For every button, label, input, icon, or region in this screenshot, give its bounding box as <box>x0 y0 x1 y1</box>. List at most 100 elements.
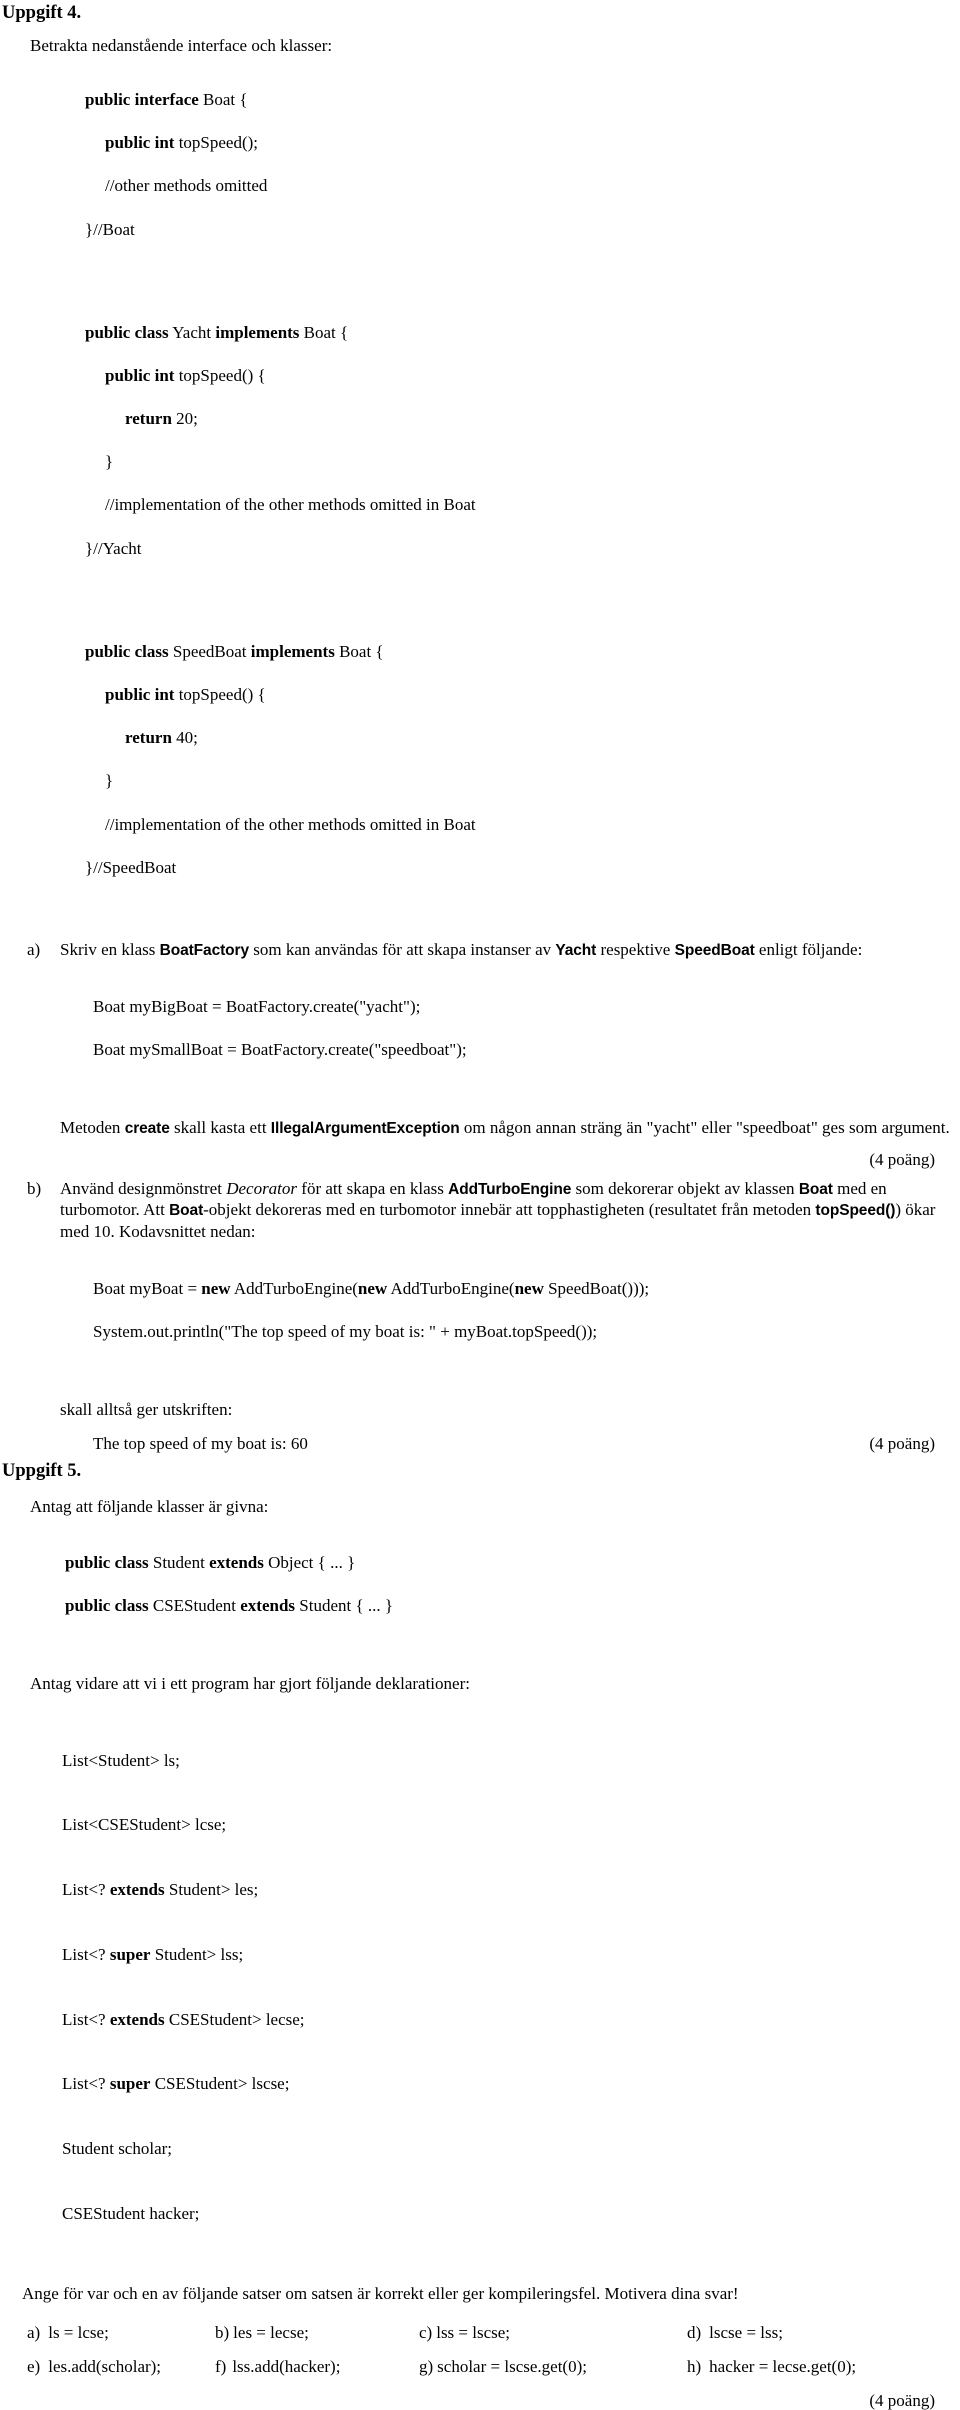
task-5-question: Ange för var och en av följande satser o… <box>22 2284 739 2304</box>
task-4-intro: Betrakta nedanstående interface och klas… <box>30 35 333 55</box>
code-keyword: public class <box>65 1552 149 1572</box>
decl-post: CSEStudent> lscse; <box>150 2074 290 2094</box>
code-line: public class Student extends Object { ..… <box>65 1552 960 1574</box>
answer-text: lss = lscse; <box>436 2323 511 2343</box>
code-keyword: public class <box>85 322 169 342</box>
decl-pre: List<? <box>62 1880 110 1900</box>
code-text: SpeedBoat <box>168 641 251 661</box>
task-4-item-a: a) Skriv en klass BoatFactory som kan an… <box>27 939 960 961</box>
decl-post: CSEStudent> lecse; <box>164 2009 305 2029</box>
program-output-text: The top speed of my boat is: 60 <box>93 1434 308 1454</box>
code-line: Boat myBoat = new AddTurboEngine(new Add… <box>93 1278 960 1300</box>
code-text: 20; <box>171 409 198 429</box>
text-run: -objekt dekoreras med en turbomotor inne… <box>203 1200 816 1220</box>
answer-text: scholar = lscse.get(0); <box>437 2357 587 2377</box>
task-5-heading: Uppgift 5. <box>2 1461 82 1482</box>
text-run: enligt följande: <box>754 940 863 960</box>
decl-keyword: extends <box>109 2009 165 2029</box>
code-line: public class Yacht implements Boat { <box>85 322 960 344</box>
code-text: AddTurboEngine( <box>230 1278 358 1298</box>
answer-option-f[interactable]: f) lss.add(hacker); <box>215 2358 419 2375</box>
decl-pre: List<? <box>62 2074 110 2094</box>
points-badge-4b: (4 poäng) <box>869 1434 935 1454</box>
task-4a-points-row: (4 poäng) <box>0 1151 960 1168</box>
pattern-name-decorator: Decorator <box>226 1178 298 1198</box>
code-keyword: public int <box>105 685 175 705</box>
points-badge-4a: (4 poäng) <box>869 1149 935 1169</box>
code-keyword: public int <box>105 133 175 153</box>
decl-post: Student> les; <box>164 1880 259 1900</box>
answer-marker: c) <box>419 2323 433 2343</box>
code-text: SpeedBoat())); <box>543 1278 650 1298</box>
answer-option-e[interactable]: e) les.add(scholar); <box>27 2358 215 2375</box>
text-run: som dekorerar objekt av klassen <box>571 1178 799 1198</box>
code-text: topSpeed(); <box>174 133 259 153</box>
task-5-intro-2: Antag vidare att vi i ett program har gj… <box>30 1674 470 1694</box>
answer-option-g[interactable]: g) scholar = lscse.get(0); <box>419 2358 687 2375</box>
task-5-section: Uppgift 5. Antag att följande klasser är… <box>0 1462 960 2409</box>
task-5-intro: Antag att följande klasser är givna: <box>30 1496 269 1516</box>
code-text: CSEStudent <box>148 1595 241 1615</box>
answers-row-2: e) les.add(scholar); f) lss.add(hacker); g… <box>27 2358 960 2375</box>
code-text: Boat myBoat = <box>93 1278 202 1298</box>
answer-marker: b) <box>215 2323 230 2343</box>
decl-keyword: super <box>109 1944 151 1964</box>
item-a-note-text: Metoden create skall kasta ett IllegalAr… <box>60 1118 950 1137</box>
answer-option-d[interactable]: d) lscse = lss; <box>687 2324 783 2341</box>
answer-option-h[interactable]: h) hacker = lecse.get(0); <box>687 2358 856 2375</box>
code-line: public int topSpeed() { <box>85 684 960 706</box>
text-run: för att skapa en klass <box>297 1178 449 1198</box>
declaration-line: List<? extends Student> les; <box>62 1879 960 1901</box>
code-text: } <box>105 771 114 791</box>
code-block-yacht: public class Yacht implements Boat { pub… <box>85 300 960 602</box>
code-block-student-classes: public class Student extends Object { ..… <box>65 1530 960 1659</box>
identifier-boat: Boat <box>798 1180 833 1198</box>
code-text: Student { ... } <box>295 1595 394 1615</box>
code-line: return 20; <box>85 408 960 430</box>
answer-option-a[interactable]: a) ls = lcse; <box>27 2324 215 2341</box>
code-line: }//SpeedBoat <box>85 857 960 879</box>
identifier-illegalargumentexception: IllegalArgumentException <box>270 1119 460 1137</box>
list-marker-a: a) <box>27 940 41 960</box>
code-line: //other methods omitted <box>85 175 960 197</box>
answers-row-1: a) ls = lcse; b) les = lecse; c) lss = lscs… <box>27 2324 960 2341</box>
code-line: System.out.println("The top speed of my … <box>93 1321 598 1341</box>
code-text: AddTurboEngine( <box>387 1278 515 1298</box>
decl-post: Student> lss; <box>150 1944 244 1964</box>
code-keyword: public int <box>105 366 175 386</box>
declaration-line: List<? super Student> lss; <box>62 1944 960 1966</box>
exam-page: Uppgift 4. Betrakta nedanstående interfa… <box>0 0 960 2409</box>
code-line: } <box>85 451 960 473</box>
declaration-line: CSEStudent hacker; <box>62 2203 960 2225</box>
points-badge-5: (4 poäng) <box>869 2391 935 2410</box>
text-run: respektive <box>596 940 675 960</box>
code-line: }//Boat <box>85 219 960 241</box>
code-line: public class CSEStudent extends Student … <box>65 1595 960 1617</box>
declaration-line: List<Student> ls; <box>62 1750 960 1772</box>
code-line: Boat myBigBoat = BoatFactory.create("yac… <box>93 996 421 1016</box>
code-text: }//Yacht <box>85 538 142 558</box>
text-run: Metoden <box>60 1117 125 1137</box>
text-run: om någon annan sträng än "yacht" eller "… <box>459 1117 950 1137</box>
text-run: Skriv en klass <box>60 940 160 960</box>
answer-text: les = lecse; <box>233 2323 309 2343</box>
task-4-heading: Uppgift 4. <box>2 3 82 23</box>
declaration-line: List<CSEStudent> lcse; <box>62 1814 960 1836</box>
code-line: //implementation of the other methods om… <box>85 814 960 836</box>
answer-option-b[interactable]: b) les = lecse; <box>215 2324 419 2341</box>
answer-option-c[interactable]: c) lss = lscse; <box>419 2324 687 2341</box>
decl-pre: List<CSEStudent> lcse; <box>62 1815 227 1835</box>
text-run: som kan användas för att skapa instanser… <box>248 940 556 960</box>
decl-pre: Student scholar; <box>62 2139 173 2158</box>
decl-keyword: extends <box>109 1880 165 1900</box>
decl-keyword: super <box>109 2074 151 2094</box>
code-text: Boat { <box>198 90 248 110</box>
text-run: skall kasta ett <box>169 1117 271 1137</box>
code-keyword: implements <box>250 641 335 661</box>
code-block-addturboengine-usage: Boat myBoat = new AddTurboEngine(new Add… <box>93 1256 960 1385</box>
code-text: topSpeed() { <box>174 685 266 705</box>
task-4b-output-row: The top speed of my boat is: 60 (4 poäng… <box>0 1435 960 1452</box>
decl-pre: CSEStudent hacker; <box>62 2203 200 2223</box>
code-line: public interface Boat { <box>85 89 960 111</box>
code-keyword: public class <box>85 641 169 661</box>
